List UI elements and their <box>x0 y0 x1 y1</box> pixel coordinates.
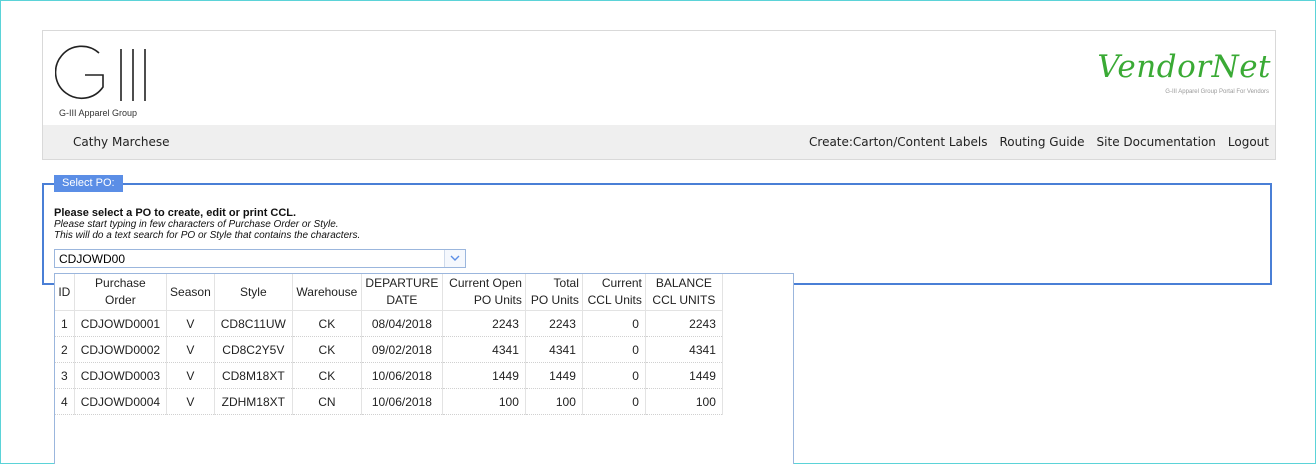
cell-current-ccl-units: 0 <box>582 336 646 363</box>
cell-current-ccl-units: 0 <box>582 310 646 337</box>
cell-warehouse: CN <box>292 388 362 415</box>
cell-departure-date: 09/02/2018 <box>361 336 443 363</box>
cell-id: 2 <box>55 336 75 363</box>
cell-departure-date: 10/06/2018 <box>361 388 443 415</box>
instruction-line-1: Please start typing in few characters of… <box>54 219 339 230</box>
cell-warehouse: CK <box>292 310 362 337</box>
table-row[interactable]: 3 CDJOWD0003 V CD8M18XT CK 10/06/2018 14… <box>55 362 723 389</box>
cell-total-po-units: 1449 <box>525 362 583 389</box>
cell-style: CD8M18XT <box>214 362 293 389</box>
cell-season: V <box>166 336 215 363</box>
cell-current-open-po-units: 1449 <box>442 362 526 389</box>
col-header-id: ID <box>55 274 75 311</box>
cell-current-open-po-units: 2243 <box>442 310 526 337</box>
cell-total-po-units: 2243 <box>525 310 583 337</box>
col-header-warehouse: Warehouse <box>292 274 362 311</box>
cell-season: V <box>166 388 215 415</box>
g3-logo <box>55 45 146 101</box>
po-search-input[interactable] <box>59 251 439 267</box>
col-header-departure-date: DEPARTURE DATE <box>361 274 443 311</box>
nav-bar: Cathy Marchese Create:Carton/Content Lab… <box>42 125 1276 160</box>
cell-warehouse: CK <box>292 336 362 363</box>
chevron-down-icon <box>450 255 460 261</box>
nav-links: Create:Carton/Content Labels Routing Gui… <box>809 135 1269 149</box>
col-header-season: Season <box>166 274 215 311</box>
cell-id: 1 <box>55 310 75 337</box>
cell-balance-ccl-units: 2243 <box>645 310 723 337</box>
cell-purchase-order: CDJOWD0004 <box>74 388 168 415</box>
cell-current-ccl-units: 0 <box>582 362 646 389</box>
nav-link-create-labels[interactable]: Create:Carton/Content Labels <box>809 135 987 149</box>
cell-id: 4 <box>55 388 75 415</box>
brand-subtitle: G-III Apparel Group Portal For Vendors <box>1165 89 1269 95</box>
cell-balance-ccl-units: 4341 <box>645 336 723 363</box>
table-row[interactable]: 4 CDJOWD0004 V ZDHM18XT CN 10/06/2018 10… <box>55 388 723 415</box>
cell-purchase-order: CDJOWD0001 <box>74 310 168 337</box>
cell-style: ZDHM18XT <box>214 388 293 415</box>
table-row[interactable]: 2 CDJOWD0002 V CD8C2Y5V CK 09/02/2018 43… <box>55 336 723 363</box>
cell-total-po-units: 100 <box>525 388 583 415</box>
user-name: Cathy Marchese <box>73 135 170 149</box>
cell-purchase-order: CDJOWD0002 <box>74 336 168 363</box>
col-header-total-po-units: Total PO Units <box>525 274 583 311</box>
po-results-table: ID Purchase Order Season Style Warehouse … <box>55 274 723 415</box>
instruction-line-2: This will do a text search for PO or Sty… <box>54 230 361 241</box>
nav-link-site-documentation[interactable]: Site Documentation <box>1097 135 1216 149</box>
cell-departure-date: 08/04/2018 <box>361 310 443 337</box>
instruction-heading: Please select a PO to create, edit or pr… <box>54 207 297 219</box>
page-header: G-III Apparel Group VendorNet G-III Appa… <box>42 30 1276 126</box>
cell-balance-ccl-units: 1449 <box>645 362 723 389</box>
col-header-balance-ccl-units: BALANCE CCL UNITS <box>645 274 723 311</box>
instructions: Please select a PO to create, edit or pr… <box>54 207 361 242</box>
cell-current-open-po-units: 100 <box>442 388 526 415</box>
cell-current-ccl-units: 0 <box>582 388 646 415</box>
brand-title: VendorNet <box>1097 49 1271 85</box>
col-header-style: Style <box>214 274 293 311</box>
col-header-current-ccl-units: Current CCL Units <box>582 274 646 311</box>
dropdown-toggle[interactable] <box>444 250 465 267</box>
cell-season: V <box>166 362 215 389</box>
po-search-combobox[interactable] <box>54 249 466 268</box>
cell-season: V <box>166 310 215 337</box>
col-header-current-open-po-units: Current Open PO Units <box>442 274 526 311</box>
table-header-row: ID Purchase Order Season Style Warehouse … <box>55 274 723 311</box>
logo-caption: G-III Apparel Group <box>59 108 138 118</box>
panel-legend: Select PO: <box>54 175 123 192</box>
nav-link-logout[interactable]: Logout <box>1228 135 1269 149</box>
cell-style: CD8C11UW <box>214 310 293 337</box>
cell-balance-ccl-units: 100 <box>645 388 723 415</box>
cell-purchase-order: CDJOWD0003 <box>74 362 168 389</box>
cell-departure-date: 10/06/2018 <box>361 362 443 389</box>
cell-current-open-po-units: 4341 <box>442 336 526 363</box>
table-row[interactable]: 1 CDJOWD0001 V CD8C11UW CK 08/04/2018 22… <box>55 310 723 337</box>
cell-total-po-units: 4341 <box>525 336 583 363</box>
cell-style: CD8C2Y5V <box>214 336 293 363</box>
cell-warehouse: CK <box>292 362 362 389</box>
col-header-purchase-order: Purchase Order <box>74 274 168 311</box>
po-dropdown-list[interactable]: ID Purchase Order Season Style Warehouse … <box>54 273 794 464</box>
cell-id: 3 <box>55 362 75 389</box>
nav-link-routing-guide[interactable]: Routing Guide <box>999 135 1084 149</box>
